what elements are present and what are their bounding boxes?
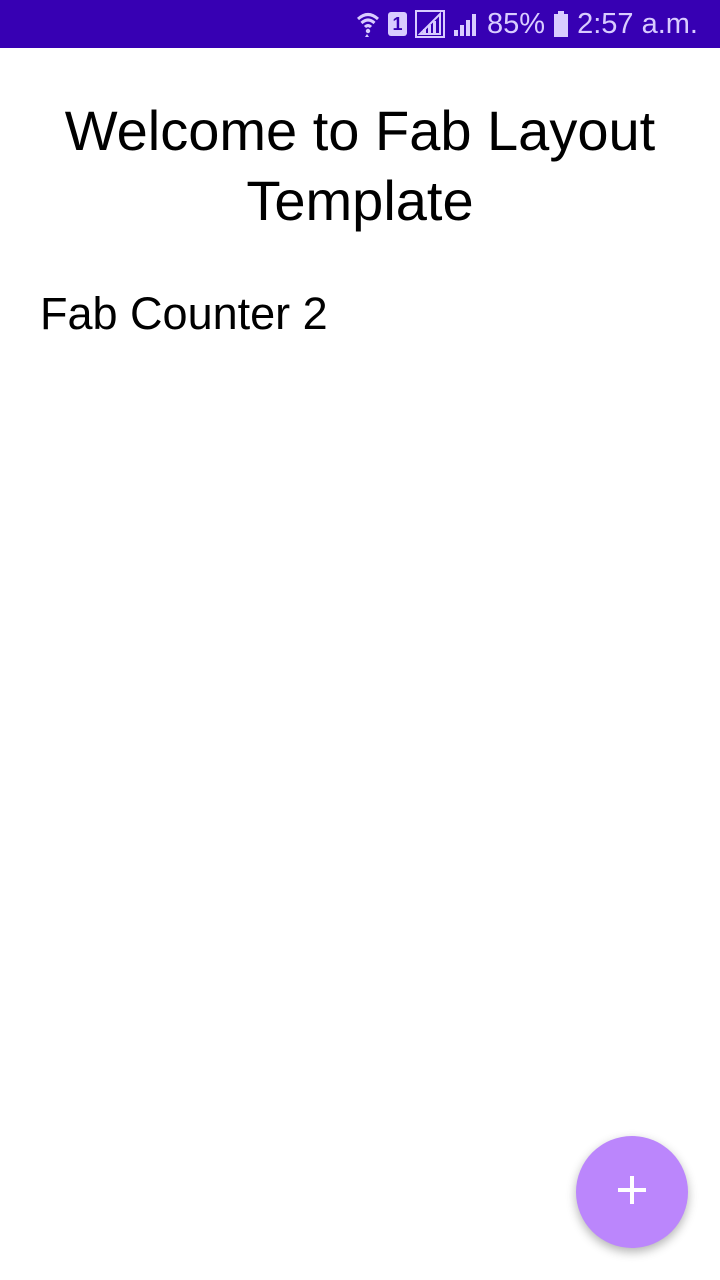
- fab-counter-label: Fab Counter 2: [40, 288, 328, 339]
- clock: 2:57 a.m.: [577, 7, 698, 40]
- signal-1-icon: [415, 10, 446, 38]
- status-bar: 1 85% 2:57 a.m.: [0, 0, 720, 48]
- signal-2-icon: [453, 11, 479, 37]
- battery-icon: [553, 10, 569, 38]
- plus-icon: [615, 1173, 649, 1211]
- page-title: Welcome to Fab Layout Template: [64, 99, 656, 232]
- add-fab-button[interactable]: [576, 1136, 688, 1248]
- wifi-icon: [356, 10, 380, 38]
- sim-icon: 1: [388, 12, 408, 36]
- battery-percent: 85%: [487, 7, 546, 40]
